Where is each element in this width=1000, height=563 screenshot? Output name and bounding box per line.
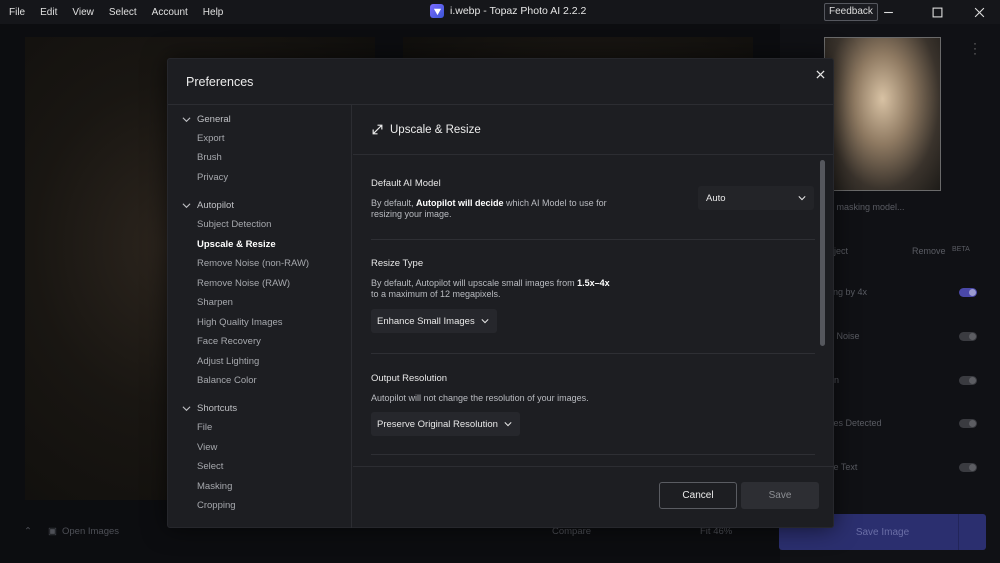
default-ai-model-description: By default, Autopilot will decide which … (371, 198, 607, 219)
nav-item-balance-color[interactable]: Balance Color (197, 375, 257, 386)
nav-item-remove-noise-raw[interactable]: Remove Noise (RAW) (197, 278, 290, 289)
output-resolution-title: Output Resolution (371, 373, 448, 384)
open-images-icon: ▣ (48, 526, 57, 537)
resize-type-title: Resize Type (371, 258, 424, 269)
nav-item-sharpen[interactable]: Sharpen (197, 297, 233, 308)
chevron-up-icon[interactable]: ⌃ (24, 526, 32, 537)
output-resolution-value: Preserve Original Resolution (377, 418, 498, 430)
topaz-photo-ai-window: File Edit View Select Account Help i.web… (0, 0, 1000, 563)
nav-item-shortcuts-masking[interactable]: Masking (197, 481, 232, 492)
resize-arrows-icon (372, 124, 383, 135)
default-ai-model-value: Auto (706, 192, 726, 204)
side-remove-label[interactable]: Remove (912, 246, 946, 256)
menu-edit[interactable]: Edit (40, 7, 57, 18)
nav-item-shortcuts-view[interactable]: View (197, 442, 217, 453)
save-image-label: Save Image (855, 526, 910, 538)
side-upscale-label: ling by 4x (829, 287, 868, 297)
nav-group-shortcuts[interactable]: Shortcuts (182, 403, 237, 414)
section-divider (371, 353, 815, 354)
close-icon (815, 69, 825, 79)
open-images-button[interactable]: Open Images (62, 526, 119, 537)
settings-scroll-area[interactable]: Default AI Model By default, Autopilot w… (353, 156, 833, 466)
side-status-text: g masking model... (829, 202, 905, 212)
dialog-close-button[interactable] (813, 67, 827, 81)
chevron-down-icon (481, 319, 489, 324)
default-ai-model-select[interactable]: Auto (698, 186, 814, 210)
sharpen-toggle[interactable] (959, 376, 977, 385)
beta-badge: BETA (952, 246, 970, 253)
minimize-icon (883, 11, 893, 13)
nav-item-adjust-lighting[interactable]: Adjust Lighting (197, 356, 259, 367)
resize-type-value: Enhance Small Images (377, 315, 475, 327)
resize-type-select[interactable]: Enhance Small Images (371, 309, 497, 333)
nav-item-export[interactable]: Export (197, 133, 224, 144)
nav-item-shortcuts-cropping[interactable]: Cropping (197, 500, 236, 511)
menu-account[interactable]: Account (152, 7, 188, 18)
output-resolution-description: Autopilot will not change the resolution… (371, 393, 589, 403)
output-resolution-select[interactable]: Preserve Original Resolution (371, 412, 520, 436)
settings-scrollbar[interactable] (820, 160, 825, 346)
default-ai-model-title: Default AI Model (371, 178, 441, 189)
side-faces-label: ces Detected (829, 418, 882, 428)
nav-group-label: Autopilot (197, 200, 234, 211)
text-toggle[interactable] (959, 463, 977, 472)
section-divider (371, 239, 815, 240)
preferences-dialog: Preferences General Export Brush Privacy… (167, 58, 834, 528)
section-title: Upscale & Resize (390, 124, 481, 136)
section-divider (371, 454, 815, 455)
nav-item-remove-noise-non-raw[interactable]: Remove Noise (non-RAW) (197, 258, 309, 269)
chevron-down-icon (504, 422, 512, 427)
noise-toggle[interactable] (959, 332, 977, 341)
save-options-dropdown[interactable] (958, 514, 986, 550)
menu-bar: File Edit View Select Account Help (0, 7, 238, 18)
image-thumbnail[interactable] (824, 37, 941, 191)
feedback-button[interactable]: Feedback (824, 3, 878, 21)
close-icon (974, 7, 984, 17)
resize-type-description: By default, Autopilot will upscale small… (371, 278, 610, 299)
faces-toggle[interactable] (959, 419, 977, 428)
preferences-content: Upscale & Resize Default AI Model By def… (353, 105, 833, 528)
nav-item-upscale-resize[interactable]: Upscale & Resize (197, 239, 276, 250)
close-window-button[interactable] (971, 4, 987, 20)
chevron-down-icon (182, 117, 191, 123)
dialog-header: Preferences (168, 59, 833, 105)
save-button[interactable]: Save (741, 482, 819, 509)
nav-group-autopilot[interactable]: Autopilot (182, 200, 234, 211)
maximize-icon (932, 7, 942, 17)
chevron-down-icon (182, 203, 191, 209)
chevron-down-icon (182, 406, 191, 412)
preferences-nav: General Export Brush Privacy Autopilot S… (168, 105, 352, 528)
menu-file[interactable]: File (9, 7, 25, 18)
nav-item-shortcuts-select[interactable]: Select (197, 461, 223, 472)
nav-group-general[interactable]: General (182, 114, 231, 125)
chevron-down-icon (798, 196, 806, 201)
nav-item-face-recovery[interactable]: Face Recovery (197, 336, 261, 347)
nav-group-label: Shortcuts (197, 403, 238, 414)
footer-divider (353, 466, 833, 467)
topaz-logo-icon (430, 4, 444, 18)
nav-group-label: General (197, 114, 231, 125)
more-options-icon[interactable]: · · · (973, 37, 977, 59)
window-title-text: i.webp - Topaz Photo AI 2.2.2 (450, 5, 587, 17)
section-header: Upscale & Resize (353, 105, 833, 155)
nav-item-shortcuts-file[interactable]: File (197, 422, 212, 433)
menu-view[interactable]: View (72, 7, 94, 18)
upscale-toggle[interactable] (959, 288, 977, 297)
title-bar: File Edit View Select Account Help i.web… (0, 0, 1000, 24)
nav-item-high-quality-images[interactable]: High Quality Images (197, 317, 283, 328)
nav-item-privacy[interactable]: Privacy (197, 172, 228, 183)
window-title: i.webp - Topaz Photo AI 2.2.2 (430, 4, 586, 18)
dialog-title: Preferences (186, 75, 254, 89)
maximize-button[interactable] (929, 4, 945, 20)
cancel-button[interactable]: Cancel (659, 482, 737, 509)
nav-item-subject-detection[interactable]: Subject Detection (197, 219, 271, 230)
nav-item-brush[interactable]: Brush (197, 152, 222, 163)
menu-select[interactable]: Select (109, 7, 137, 18)
minimize-button[interactable] (880, 4, 896, 20)
menu-help[interactable]: Help (203, 7, 224, 18)
